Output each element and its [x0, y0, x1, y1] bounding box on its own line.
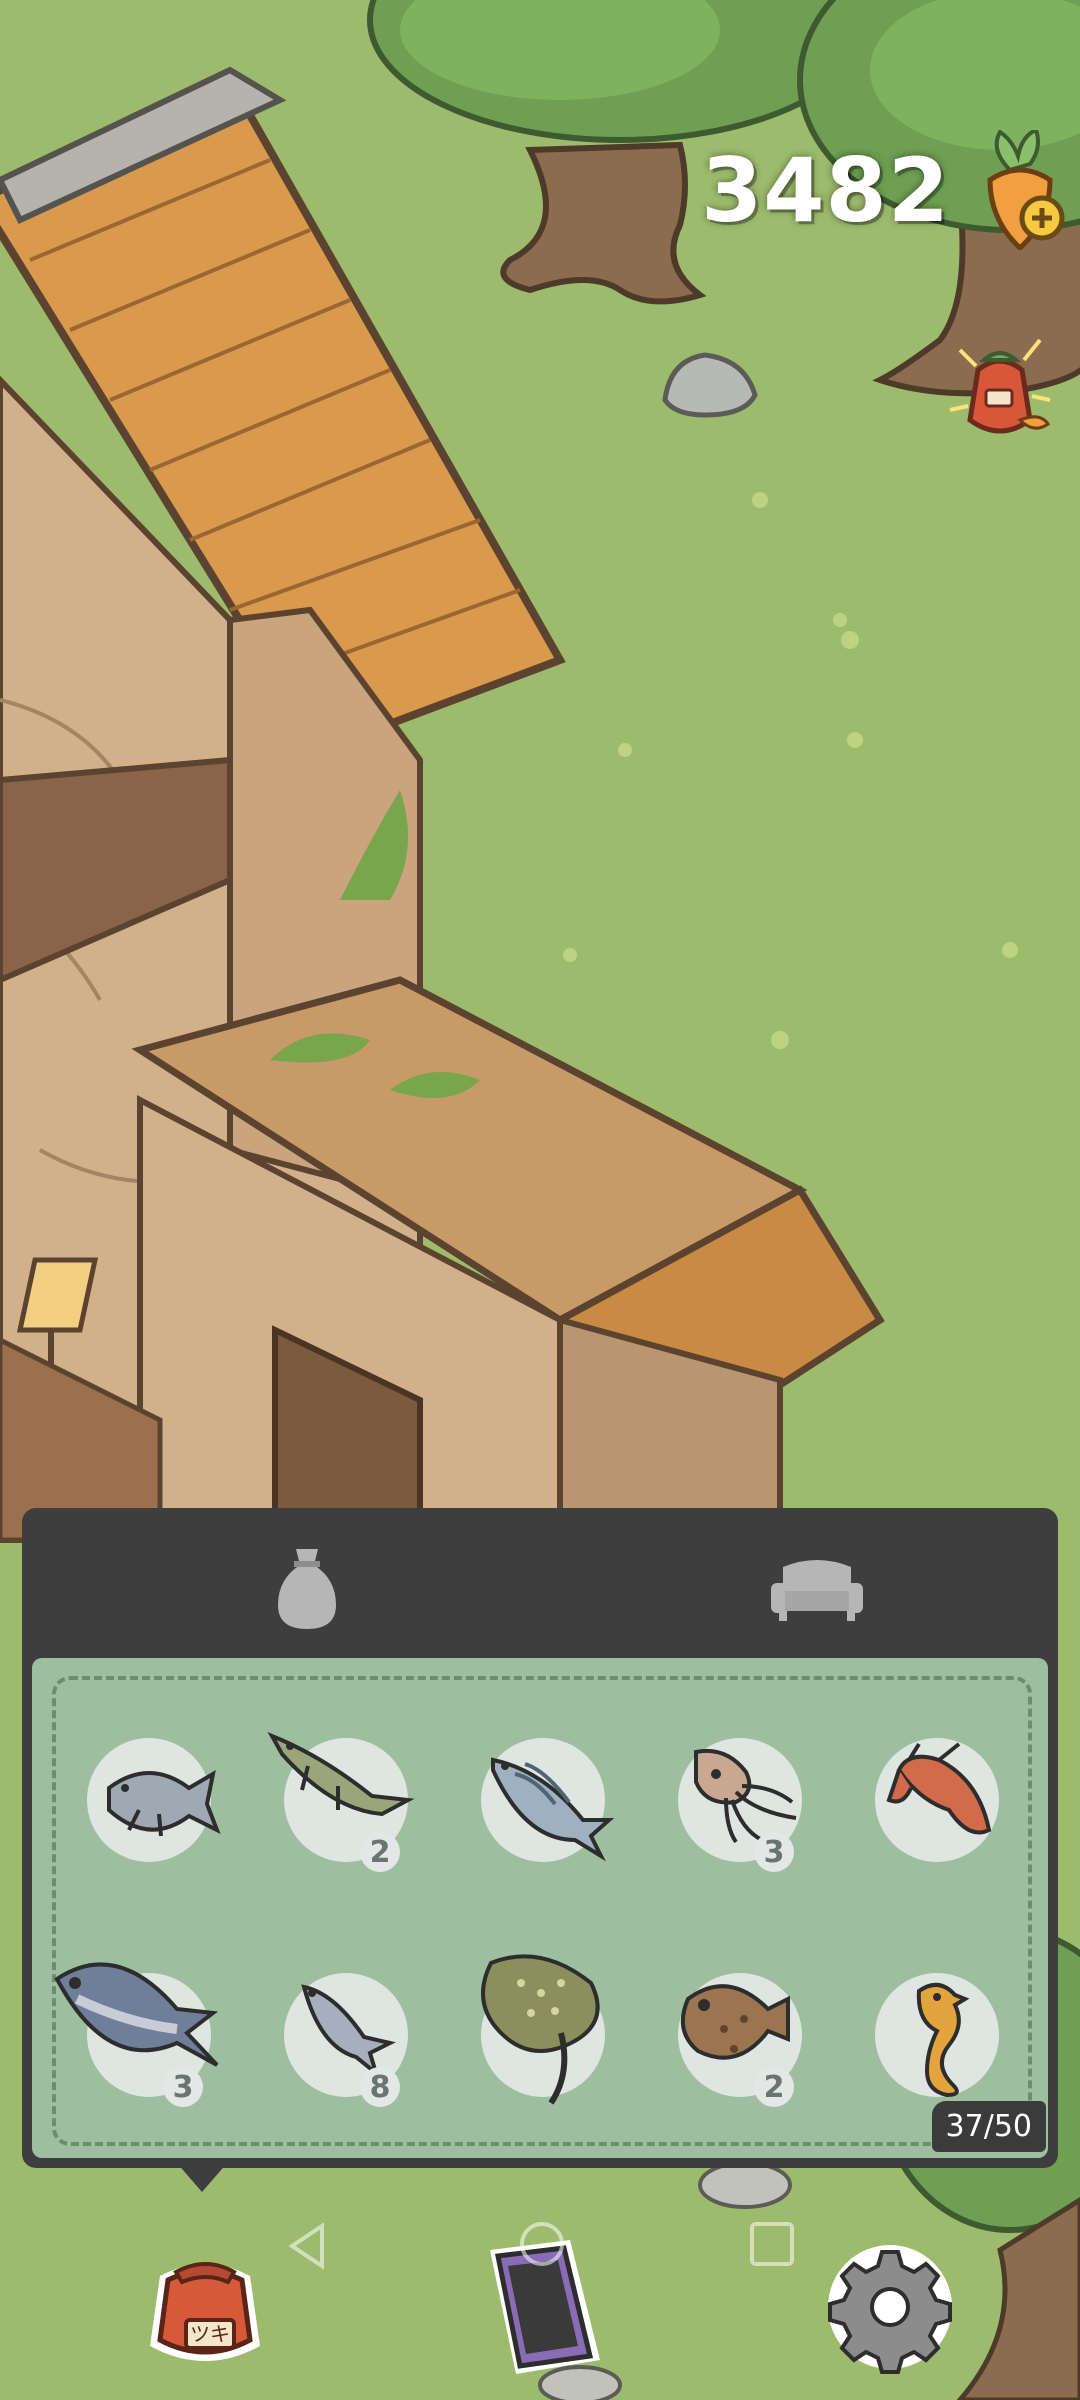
- inventory-capacity: 37/50: [931, 2101, 1046, 2152]
- inventory-slot-5[interactable]: [875, 1738, 999, 1862]
- tab-furniture[interactable]: [742, 1528, 892, 1648]
- inventory-slot-8[interactable]: [481, 1954, 605, 2105]
- gift-bag-icon[interactable]: [940, 320, 1060, 450]
- inventory-slot-3[interactable]: [481, 1738, 615, 1862]
- nav-home-icon[interactable]: [514, 2216, 570, 2272]
- currency-amount: 3482: [701, 138, 950, 242]
- inventory-slot-9[interactable]: 2: [678, 1973, 802, 2107]
- item-count: 3: [754, 1832, 794, 1872]
- item-count: 2: [754, 2067, 794, 2107]
- inventory-slot-6[interactable]: 3: [54, 1962, 219, 2107]
- nav-back-icon[interactable]: [282, 2216, 332, 2276]
- inventory-panel: 2 3 3 8 2 37/50: [22, 1508, 1058, 2168]
- sofa-icon: [771, 1560, 863, 1621]
- nav-recents-icon[interactable]: [744, 2216, 800, 2272]
- currency-display[interactable]: 3482: [700, 130, 1070, 250]
- stingray-icon: [481, 1954, 600, 2105]
- inventory-slot-10[interactable]: [875, 1973, 999, 2098]
- inventory-slot-2[interactable]: 2: [267, 1732, 415, 1872]
- mackerel-icon: [491, 1757, 615, 1862]
- lobster-icon: [886, 1742, 992, 1835]
- fish-icon: [107, 1770, 221, 1837]
- inventory-grid: 2 3 3 8 2 37/50: [32, 1658, 1048, 2158]
- inventory-tabs: [22, 1508, 1058, 1658]
- item-count: 2: [360, 1832, 400, 1872]
- squid-icon: [694, 1749, 797, 1844]
- panel-pointer: [176, 2162, 228, 2192]
- bag-label: ツキ: [190, 2322, 230, 2346]
- inventory-slot-1[interactable]: [87, 1738, 221, 1862]
- inventory-slot-7[interactable]: 8: [284, 1973, 408, 2107]
- pike-icon: [267, 1732, 415, 1817]
- item-count: 3: [163, 2067, 203, 2107]
- tab-items[interactable]: [232, 1528, 382, 1648]
- inventory-slot-4[interactable]: 3: [678, 1738, 802, 1872]
- bag-button[interactable]: ツキ: [130, 2236, 280, 2386]
- pouch-icon: [278, 1549, 336, 1629]
- seahorse-icon: [916, 1983, 970, 2098]
- carrot-coin-icon[interactable]: [970, 130, 1070, 250]
- gear-button[interactable]: [815, 2232, 965, 2382]
- item-count: 8: [360, 2067, 400, 2107]
